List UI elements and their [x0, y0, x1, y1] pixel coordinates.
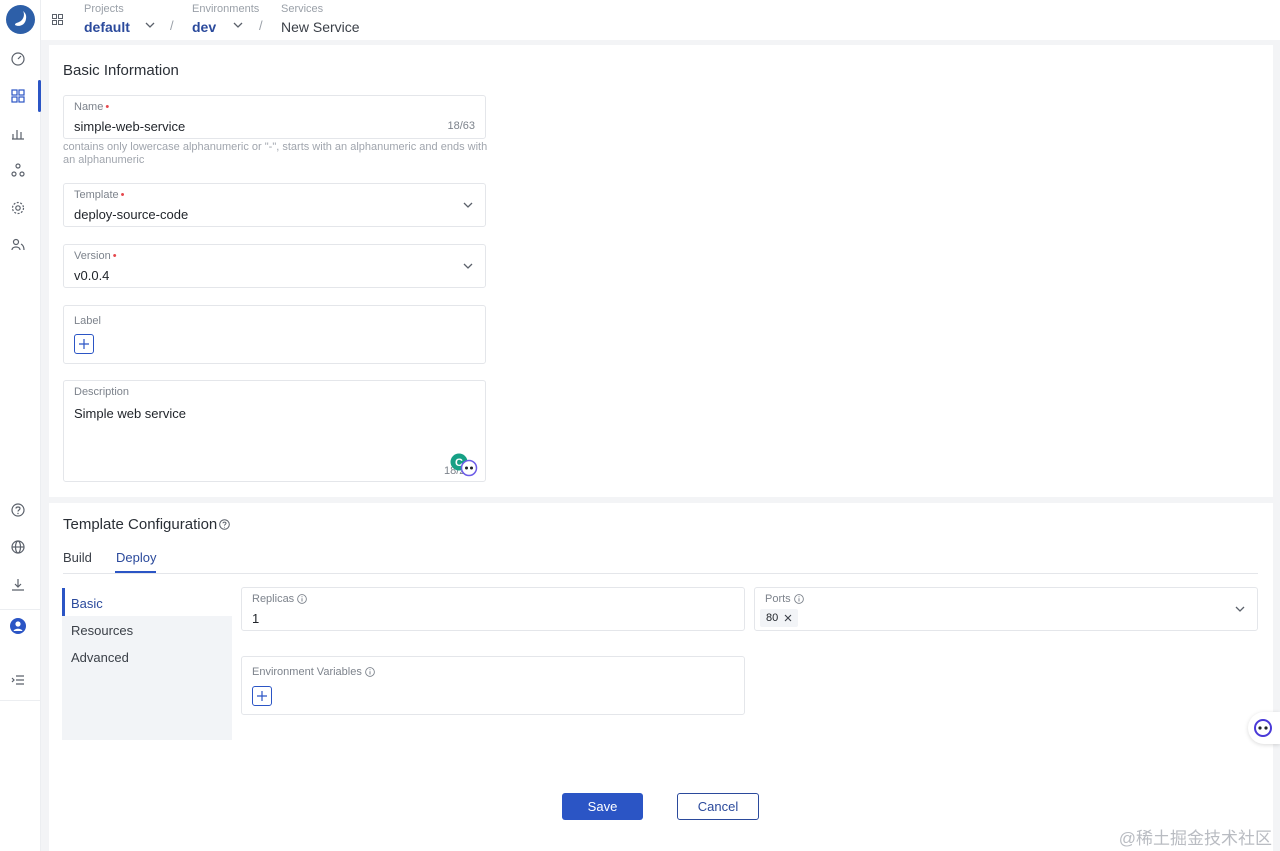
user-avatar-icon[interactable] — [10, 618, 26, 634]
users-icon[interactable] — [10, 237, 26, 253]
port-tag: 80 — [760, 609, 799, 627]
cancel-button[interactable]: Cancel — [677, 793, 759, 820]
subnav-active-indicator — [62, 588, 65, 616]
port-tag-label: 80 — [766, 612, 779, 624]
gear-icon[interactable] — [10, 200, 26, 216]
chevron-down-icon[interactable] — [145, 22, 155, 29]
breadcrumb-environments[interactable]: Environments dev — [192, 3, 259, 35]
section-title-basic: Basic Information — [63, 62, 179, 79]
description-field[interactable]: Description Simple web service 18/2 — [63, 380, 486, 482]
collapse-menu-icon[interactable] — [10, 672, 26, 688]
watermark-text: @稀土掘金技术社区 — [1118, 829, 1272, 848]
subnav-item-advanced[interactable]: Advanced — [71, 650, 129, 665]
name-label: Name • — [74, 101, 110, 113]
download-icon[interactable] — [10, 577, 26, 593]
breadcrumb-projects[interactable]: Projects default — [84, 3, 130, 35]
tab-build[interactable]: Build — [63, 550, 92, 565]
chat-bot-icon — [1254, 719, 1272, 737]
workflow-icon[interactable] — [10, 162, 26, 178]
name-char-counter: 18/63 — [447, 120, 475, 132]
replicas-input[interactable]: 1 — [252, 611, 259, 626]
add-label-button[interactable] — [74, 334, 94, 354]
tab-deploy[interactable]: Deploy — [116, 550, 156, 565]
bar-chart-icon[interactable] — [10, 125, 26, 141]
grammarly-icon[interactable]: C — [446, 453, 480, 482]
app-logo[interactable] — [6, 5, 35, 34]
template-value: deploy-source-code — [74, 207, 189, 222]
chevron-down-icon[interactable] — [463, 263, 473, 270]
globe-icon[interactable] — [10, 539, 26, 555]
replicas-field[interactable]: Replicas 1 — [241, 587, 745, 631]
config-subnav: Basic Resources Advanced — [62, 588, 232, 740]
chevron-down-icon[interactable] — [233, 22, 243, 29]
breadcrumb-caption: Projects — [84, 3, 124, 15]
version-value: v0.0.4 — [74, 268, 110, 283]
nav-active-indicator — [38, 80, 41, 112]
sidebar — [0, 0, 41, 851]
active-tab-indicator — [115, 571, 156, 573]
ports-label: Ports — [765, 593, 804, 605]
description-label: Description — [74, 386, 130, 398]
current-page-label: New Service — [281, 19, 360, 35]
replicas-label: Replicas — [252, 593, 308, 605]
plus-icon — [257, 691, 267, 701]
sidebar-divider-bottom — [0, 700, 41, 701]
name-field[interactable]: Name • simple-web-service 18/63 — [63, 95, 486, 139]
subnav-item-basic[interactable]: Basic — [71, 596, 103, 611]
sidebar-divider — [0, 609, 41, 610]
template-select[interactable]: Template • deploy-source-code — [63, 183, 486, 227]
subnav-item-resources[interactable]: Resources — [71, 623, 133, 638]
help-circle-icon[interactable] — [219, 519, 230, 530]
config-tabs: Build Deploy — [63, 547, 1258, 574]
chevron-down-icon[interactable] — [1235, 606, 1245, 613]
chevron-down-icon[interactable] — [463, 202, 473, 209]
assistant-float-button[interactable] — [1248, 712, 1280, 744]
save-button[interactable]: Save — [562, 793, 643, 820]
help-icon[interactable] — [10, 502, 26, 518]
description-textarea[interactable]: Simple web service — [74, 406, 186, 421]
ports-select[interactable]: Ports 80 — [754, 587, 1258, 631]
template-label: Template • — [74, 189, 125, 201]
version-select[interactable]: Version • v0.0.4 — [63, 244, 486, 288]
info-icon[interactable] — [793, 594, 804, 604]
label-field: Label — [63, 305, 486, 364]
breadcrumb-caption: Services — [281, 3, 324, 15]
version-label: Version • — [74, 250, 117, 262]
info-icon[interactable] — [297, 594, 308, 604]
dashboard-icon[interactable] — [10, 51, 26, 67]
breadcrumb-services: Services New Service — [281, 3, 360, 35]
project-selector[interactable]: default — [84, 19, 130, 35]
name-input[interactable]: simple-web-service — [74, 119, 185, 134]
info-icon[interactable] — [365, 667, 375, 677]
plus-icon — [79, 339, 89, 349]
label-label: Label — [74, 315, 101, 327]
close-icon[interactable] — [784, 614, 792, 622]
env-vars-field: Environment Variables — [241, 656, 745, 715]
env-vars-label: Environment Variables — [252, 666, 375, 678]
breadcrumb-caption: Environments — [192, 3, 260, 15]
breadcrumb-separator: / — [259, 18, 263, 33]
section-title-config: Template Configuration — [63, 516, 218, 533]
breadcrumb-separator: / — [170, 18, 174, 33]
app-switcher-icon[interactable] — [52, 13, 63, 28]
top-header: Projects default / Environments dev / Se… — [41, 0, 1280, 40]
environment-selector[interactable]: dev — [192, 19, 259, 35]
name-hint: contains only lowercase alphanumeric or … — [63, 141, 488, 166]
apps-grid-icon[interactable] — [10, 88, 26, 104]
add-env-var-button[interactable] — [252, 686, 272, 706]
